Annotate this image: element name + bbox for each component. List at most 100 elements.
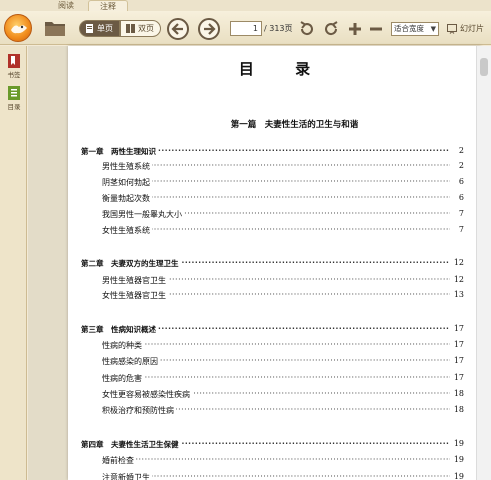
toc-entry-page: 12 (450, 275, 464, 284)
toc-entry-title: 第一章 两性生理知识 (81, 146, 158, 157)
toc-entry-title: 婚前检查 (102, 455, 136, 466)
toc-section-row[interactable]: ········································… (102, 356, 464, 368)
toc-entry-title: 衡量勃起次数 (102, 193, 152, 204)
toc-entry-title: 女性生殖器官卫生 (102, 290, 168, 301)
rotate-left-icon[interactable] (298, 20, 316, 38)
toc-section-row[interactable]: ········································… (102, 161, 464, 173)
toc-entry-title: 第四章 夫妻性生活卫生保健 (81, 439, 181, 450)
toc-entry-page: 19 (450, 455, 464, 464)
toc-section-row[interactable]: ········································… (102, 275, 464, 287)
toc-entry-title: 性病的危害 (102, 373, 144, 384)
page-number-input[interactable]: 1 (230, 21, 262, 36)
tab-read[interactable]: 阅读 (44, 0, 88, 11)
toc-leader-dots: ········································… (102, 193, 450, 202)
document-viewer[interactable]: 目 录 第一篇 夫妻性生活的卫生与和谐 ····················… (28, 46, 491, 480)
toc-entry-page: 12 (450, 258, 464, 267)
toc-chapter-row[interactable]: ········································… (81, 258, 464, 270)
single-page-label: 单页 (97, 24, 113, 33)
scrollbar-thumb[interactable] (480, 58, 488, 76)
folder-icon (45, 22, 65, 36)
arrow-left-icon (171, 23, 183, 35)
double-page-label: 双页 (138, 24, 154, 33)
bookmark-icon (8, 54, 20, 68)
toc-section-row[interactable]: ········································… (102, 193, 464, 205)
part-title: 第一篇 夫妻性生活的卫生与和谐 (230, 120, 359, 130)
toc-entry-page: 19 (450, 472, 464, 480)
sidebar-item-toc[interactable]: 目录 (3, 86, 25, 111)
toc-chapter-row[interactable]: ········································… (81, 146, 464, 158)
toolbar: 单页 双页 1 / 313页 适合宽度 ▼ 幻灯片 (0, 11, 491, 45)
slideshow-icon (447, 24, 457, 34)
toc-entry-title: 性病的种类 (102, 340, 144, 351)
toc-leader-dots: ········································… (102, 455, 450, 464)
previous-page-button[interactable] (167, 18, 189, 40)
toc-entry-page: 6 (450, 193, 464, 202)
zoom-in-icon[interactable] (346, 20, 364, 38)
sidebar-item-label: 目录 (7, 103, 21, 111)
tab-bar: 阅读 注释 (0, 0, 491, 11)
toc-entry-page: 7 (450, 209, 464, 218)
toc-leader-dots: ········································… (102, 161, 450, 170)
toc-section-row[interactable]: ········································… (102, 209, 464, 221)
rotate-right-icon[interactable] (322, 20, 340, 38)
toc-entry-page: 19 (450, 439, 464, 448)
toc-entry-title: 第三章 性病知识概述 (81, 324, 158, 335)
toc-section-row[interactable]: ········································… (102, 373, 464, 385)
toc-section-row[interactable]: ········································… (102, 455, 464, 467)
toc-leader-dots: ········································… (102, 340, 450, 349)
toc-chapter-row[interactable]: ········································… (81, 439, 464, 451)
toc-leader-dots: ········································… (102, 472, 450, 480)
toc-entry-title: 女性生殖系统 (102, 225, 152, 236)
slideshow-button[interactable]: 幻灯片 (447, 21, 484, 36)
sidebar: 书签 目录 (0, 46, 27, 480)
toc-entry-page: 7 (450, 225, 464, 234)
open-folder-button[interactable] (44, 19, 66, 37)
toc-leader-dots: ········································… (102, 225, 450, 234)
toc-entry-title: 性病感染的原因 (102, 356, 160, 367)
toc-entry-page: 17 (450, 356, 464, 365)
toc-entry-title: 注意新婚卫生 (102, 472, 152, 480)
toc-entry-page: 18 (450, 389, 464, 398)
app-logo-icon[interactable] (4, 14, 32, 42)
toc-entry-title: 我国男性一般睾丸大小 (102, 209, 184, 220)
toc-section-row[interactable]: ········································… (102, 290, 464, 302)
toc-entry-title: 女性更容易被感染性疾病 (102, 389, 192, 400)
tab-annotate[interactable]: 注释 (88, 0, 128, 11)
toc-section-row[interactable]: ········································… (102, 389, 464, 401)
toc-icon (8, 86, 20, 100)
toc-entry-title: 积极治疗和预防性病 (102, 405, 176, 416)
arrow-right-icon (204, 23, 216, 35)
toc-section-row[interactable]: ········································… (102, 405, 464, 417)
toc-entry-title: 男性生殖系统 (102, 161, 152, 172)
fit-mode-select[interactable]: 适合宽度 ▼ (391, 22, 439, 36)
toc-chapter-row[interactable]: ········································… (81, 324, 464, 336)
chevron-down-icon: ▼ (430, 25, 436, 33)
toc-section-row[interactable]: ········································… (102, 472, 464, 480)
toc-entry-page: 17 (450, 373, 464, 382)
slideshow-label: 幻灯片 (460, 24, 484, 33)
zoom-out-icon[interactable] (367, 20, 385, 38)
sidebar-item-bookmarks[interactable]: 书签 (3, 54, 25, 79)
double-page-button[interactable]: 双页 (120, 20, 161, 37)
page-total: / 313页 (264, 24, 293, 33)
toc-entry-page: 18 (450, 405, 464, 414)
toc-entry-page: 17 (450, 324, 464, 333)
toc-entry-title: 第二章 夫妻双方的生理卫生 (81, 258, 181, 269)
toc-leader-dots: ········································… (102, 373, 450, 382)
toc-section-row[interactable]: ········································… (102, 225, 464, 237)
toc-entry-title: 阴茎如何勃起 (102, 177, 152, 188)
page-title: 目 录 (238, 60, 329, 78)
toc-entry-page: 17 (450, 340, 464, 349)
vertical-scrollbar[interactable] (476, 46, 491, 480)
toc-entry-title: 男性生殖器官卫生 (102, 275, 168, 286)
sidebar-item-label: 书签 (7, 71, 21, 79)
document-page: 目 录 第一篇 夫妻性生活的卫生与和谐 ····················… (68, 46, 481, 480)
double-page-icon (126, 24, 135, 33)
single-page-button[interactable]: 单页 (79, 20, 120, 37)
next-page-button[interactable] (198, 18, 220, 40)
toc-entry-page: 2 (450, 146, 464, 155)
toc-entry-page: 13 (450, 290, 464, 299)
single-page-icon (86, 24, 93, 33)
toc-section-row[interactable]: ········································… (102, 340, 464, 352)
toc-section-row[interactable]: ········································… (102, 177, 464, 189)
